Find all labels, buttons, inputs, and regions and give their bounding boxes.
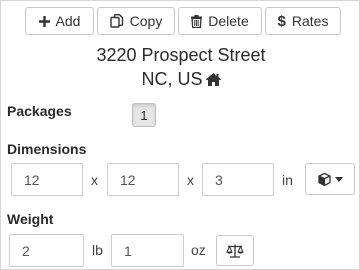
plus-icon [38, 15, 50, 27]
pounds-unit: lb [92, 242, 103, 258]
rates-button-label: Rates [291, 13, 329, 29]
copy-icon [109, 14, 124, 28]
dimension-separator: x [91, 172, 98, 188]
toolbar: Add Copy Delete $ Rates [25, 7, 341, 35]
add-button-label: Add [55, 13, 81, 29]
cube-icon [317, 172, 331, 186]
dimension-separator: x [187, 172, 194, 188]
ounces-input[interactable] [111, 234, 184, 267]
copy-button-label: Copy [129, 13, 163, 29]
width-input[interactable] [107, 163, 179, 196]
shipment-panel: Add Copy Delete $ Rates 3220 Prospect St… [0, 0, 360, 270]
trash-icon [191, 14, 203, 28]
home-icon[interactable] [205, 72, 221, 86]
chevron-down-icon [334, 176, 343, 182]
dimension-unit: in [282, 172, 293, 188]
scale-button[interactable] [216, 235, 254, 266]
package-type-dropdown[interactable] [305, 163, 355, 195]
add-button[interactable]: Add [25, 7, 94, 35]
copy-button[interactable]: Copy [97, 7, 175, 35]
pounds-input[interactable] [9, 234, 84, 267]
ounces-unit: oz [191, 242, 206, 258]
balance-scale-icon [226, 244, 244, 258]
address-region: NC, US [141, 69, 203, 89]
dollar-icon: $ [277, 12, 286, 30]
dimensions-label: Dimensions [7, 141, 87, 157]
packages-label: Packages [7, 103, 72, 119]
ship-to-address: 3220 Prospect Street NC, US [1, 43, 359, 91]
delete-button-label: Delete [208, 13, 249, 29]
length-input[interactable] [11, 163, 83, 196]
package-1-button[interactable]: 1 [132, 103, 156, 127]
address-street: 3220 Prospect Street [96, 45, 266, 65]
rates-button[interactable]: $ Rates [265, 7, 341, 35]
height-input[interactable] [202, 163, 274, 196]
delete-button[interactable]: Delete [178, 7, 262, 35]
weight-label: Weight [7, 211, 54, 227]
